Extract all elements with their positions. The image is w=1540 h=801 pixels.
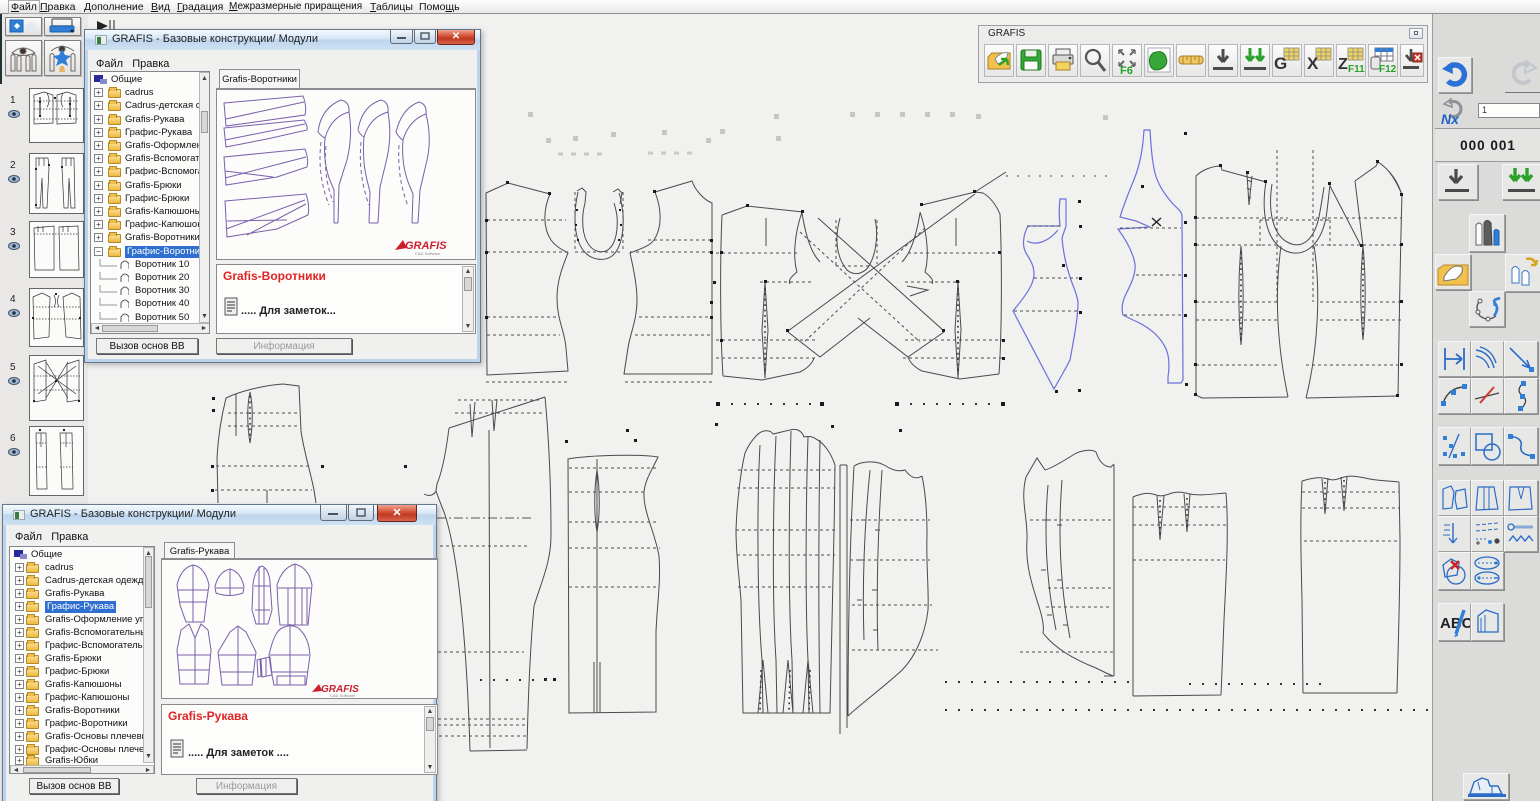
svg-text:Z: Z (1338, 56, 1348, 73)
svg-text:CAD Software: CAD Software (330, 693, 356, 698)
svg-text:F11: F11 (1348, 64, 1365, 75)
svg-text:F6: F6 (1120, 65, 1133, 76)
svg-text:X: X (1307, 54, 1319, 73)
svg-text:G: G (1274, 54, 1287, 73)
svg-text:CAD Software: CAD Software (415, 251, 441, 256)
svg-text:Nx: Nx (1441, 111, 1460, 127)
svg-text:ABC: ABC (1440, 615, 1470, 632)
svg-text:F12: F12 (1379, 64, 1397, 75)
